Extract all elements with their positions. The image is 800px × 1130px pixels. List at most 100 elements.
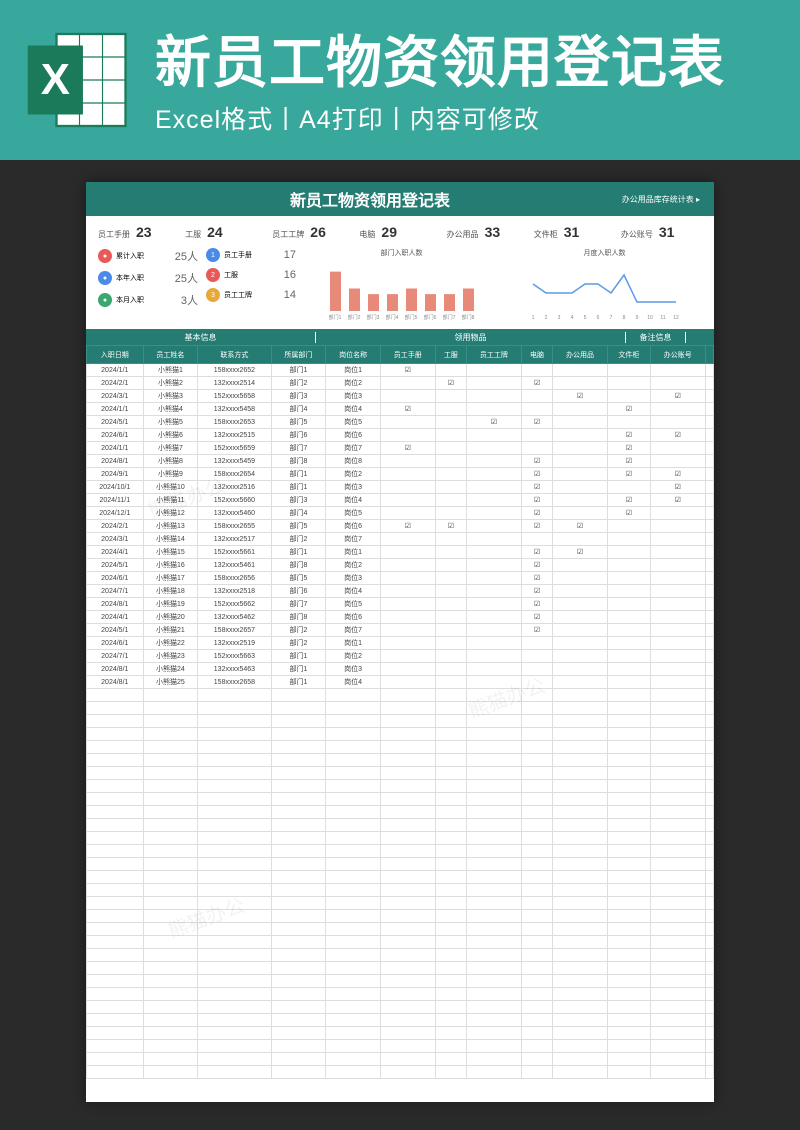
dashboard-row: ●累计入职25人●本年入职25人●本月入职3人 1员工手册172工服163员工工… bbox=[86, 244, 714, 329]
table-row bbox=[87, 858, 714, 871]
svg-text:部门2: 部门2 bbox=[347, 314, 360, 321]
svg-text:部门5: 部门5 bbox=[404, 314, 417, 321]
table-row bbox=[87, 767, 714, 780]
stat-item: 办公用品33 bbox=[447, 224, 528, 240]
column-group: 基本信息 bbox=[86, 332, 316, 343]
table-row: 2024/1/1小熊猫1158xxxx2652部门1岗位1☑ bbox=[87, 364, 714, 377]
table-row: 2024/3/1小熊猫3152xxxx5658部门3岗位3☑☑ bbox=[87, 390, 714, 403]
svg-text:部门8: 部门8 bbox=[461, 314, 474, 321]
page-subtitle: Excel格式丨A4打印丨内容可修改 bbox=[155, 100, 540, 136]
svg-text:1: 1 bbox=[531, 315, 534, 321]
table-row bbox=[87, 923, 714, 936]
table-row bbox=[87, 702, 714, 715]
table-row bbox=[87, 780, 714, 793]
svg-text:9: 9 bbox=[635, 315, 638, 321]
table-row bbox=[87, 897, 714, 910]
table-header: 电脑 bbox=[521, 346, 552, 364]
svg-text:11: 11 bbox=[660, 315, 665, 321]
left-metrics: ●累计入职25人●本年入职25人●本月入职3人 bbox=[98, 248, 198, 321]
rank-icon: 2 bbox=[206, 268, 220, 282]
table-row: 2024/8/1小熊猫8132xxxx5459部门8岗位8☑☑ bbox=[87, 455, 714, 468]
hero-banner: X 新员工物资领用登记表 Excel格式丨A4打印丨内容可修改 bbox=[0, 0, 800, 160]
table-row: 2024/7/1小熊猫18132xxxx2518部门6岗位4☑ bbox=[87, 585, 714, 598]
bar-chart: 部门入职人数 部门1部门2部门3部门4部门5部门6部门7部门8 bbox=[304, 248, 499, 321]
table-row: 2024/2/1小熊猫13158xxxx2655部门5岗位6☑☑☑☑ bbox=[87, 520, 714, 533]
metric-icon: ● bbox=[98, 249, 112, 263]
svg-text:部门3: 部门3 bbox=[366, 314, 379, 321]
table-row bbox=[87, 1066, 714, 1079]
table-row bbox=[87, 1053, 714, 1066]
table-header: 入职日期 bbox=[87, 346, 144, 364]
sheet-title-bar: 新员工物资领用登记表 办公用品库存统计表 ▸ bbox=[86, 182, 714, 216]
table-header: 联系方式 bbox=[198, 346, 271, 364]
table-row bbox=[87, 741, 714, 754]
stat-item: 员工工牌26 bbox=[272, 224, 353, 240]
table-header: 所属部门 bbox=[271, 346, 326, 364]
table-row bbox=[87, 728, 714, 741]
table-header: 工服 bbox=[435, 346, 466, 364]
rank-metric: 1员工手册17 bbox=[206, 248, 296, 262]
table-row bbox=[87, 689, 714, 702]
svg-text:12: 12 bbox=[673, 315, 679, 321]
excel-icon: X bbox=[22, 20, 137, 140]
table-row bbox=[87, 988, 714, 1001]
table-row: 2024/6/1小熊猫6132xxxx2515部门6岗位6☑☑ bbox=[87, 429, 714, 442]
rank-icon: 1 bbox=[206, 248, 220, 262]
table-row bbox=[87, 806, 714, 819]
column-group: 备注信息 bbox=[626, 332, 686, 343]
table-row: 2024/5/1小熊猫16132xxxx5461部门8岗位2☑ bbox=[87, 559, 714, 572]
svg-text:2: 2 bbox=[544, 315, 547, 321]
table-row bbox=[87, 871, 714, 884]
rank-metric: 3员工工牌14 bbox=[206, 288, 296, 302]
table-row: 2024/5/1小熊猫21158xxxx2657部门2岗位7☑ bbox=[87, 624, 714, 637]
table-header: 文件柜 bbox=[607, 346, 650, 364]
table-row bbox=[87, 975, 714, 988]
table-row: 2024/4/1小熊猫15152xxxx5661部门1岗位1☑☑ bbox=[87, 546, 714, 559]
table-group-header: 基本信息领用物品备注信息 bbox=[86, 329, 714, 345]
table-row: 2024/5/1小熊猫5158xxxx2653部门5岗位5☑☑ bbox=[87, 416, 714, 429]
chart2-title: 月度入职人数 bbox=[584, 248, 626, 258]
svg-text:部门7: 部门7 bbox=[442, 314, 455, 321]
table-row: 2024/6/1小熊猫17158xxxx2656部门5岗位3☑ bbox=[87, 572, 714, 585]
svg-text:10: 10 bbox=[647, 315, 653, 321]
table-row: 2024/8/1小熊猫25158xxxx2658部门1岗位4 bbox=[87, 676, 714, 689]
chart1-title: 部门入职人数 bbox=[381, 248, 423, 258]
svg-text:3: 3 bbox=[557, 315, 560, 321]
table-header bbox=[705, 346, 713, 364]
table-row bbox=[87, 962, 714, 975]
inventory-link[interactable]: 办公用品库存统计表 ▸ bbox=[622, 194, 700, 205]
table-row bbox=[87, 1040, 714, 1053]
top-stats: 员工手册23工服24员工工牌26电脑29办公用品33文件柜31办公账号31 bbox=[86, 216, 714, 244]
table-row bbox=[87, 793, 714, 806]
table-row bbox=[87, 754, 714, 767]
svg-text:4: 4 bbox=[570, 315, 573, 321]
metric-icon: ● bbox=[98, 271, 112, 285]
svg-text:6: 6 bbox=[596, 315, 599, 321]
metric-item: ●本月入职3人 bbox=[98, 292, 198, 308]
table-header: 办公用品 bbox=[553, 346, 608, 364]
table-row: 2024/1/1小熊猫7152xxxx5659部门7岗位7☑☑ bbox=[87, 442, 714, 455]
svg-text:5: 5 bbox=[583, 315, 586, 321]
data-table: 入职日期员工姓名联系方式所属部门岗位名称员工手册工服员工工牌电脑办公用品文件柜办… bbox=[86, 345, 714, 1079]
table-row bbox=[87, 910, 714, 923]
table-header: 员工手册 bbox=[380, 346, 435, 364]
table-row: 2024/12/1小熊猫12132xxxx5460部门4岗位5☑☑ bbox=[87, 507, 714, 520]
table-row: 2024/10/1小熊猫10132xxxx2516部门1岗位3☑☑ bbox=[87, 481, 714, 494]
metric-item: ●本年入职25人 bbox=[98, 270, 198, 286]
stat-item: 员工手册23 bbox=[98, 224, 179, 240]
svg-text:X: X bbox=[41, 55, 70, 104]
table-row bbox=[87, 936, 714, 949]
metric-icon: ● bbox=[98, 293, 112, 307]
table-row: 2024/2/1小熊猫2132xxxx2514部门2岗位2☑☑ bbox=[87, 377, 714, 390]
table-row: 2024/9/1小熊猫9158xxxx2654部门1岗位2☑☑☑ bbox=[87, 468, 714, 481]
table-row bbox=[87, 715, 714, 728]
sheet-title: 新员工物资领用登记表 bbox=[290, 187, 450, 211]
column-group: 领用物品 bbox=[316, 332, 626, 343]
table-row: 2024/8/1小熊猫24132xxxx5463部门1岗位3 bbox=[87, 663, 714, 676]
line-chart: 月度入职人数 123456789101112 bbox=[507, 248, 702, 321]
table-row: 2024/8/1小熊猫19152xxxx5662部门7岗位5☑ bbox=[87, 598, 714, 611]
table-row: 2024/1/1小熊猫4132xxxx5458部门4岗位4☑☑ bbox=[87, 403, 714, 416]
stat-item: 工服24 bbox=[185, 224, 266, 240]
table-header: 办公账号 bbox=[650, 346, 705, 364]
table-header: 岗位名称 bbox=[326, 346, 381, 364]
